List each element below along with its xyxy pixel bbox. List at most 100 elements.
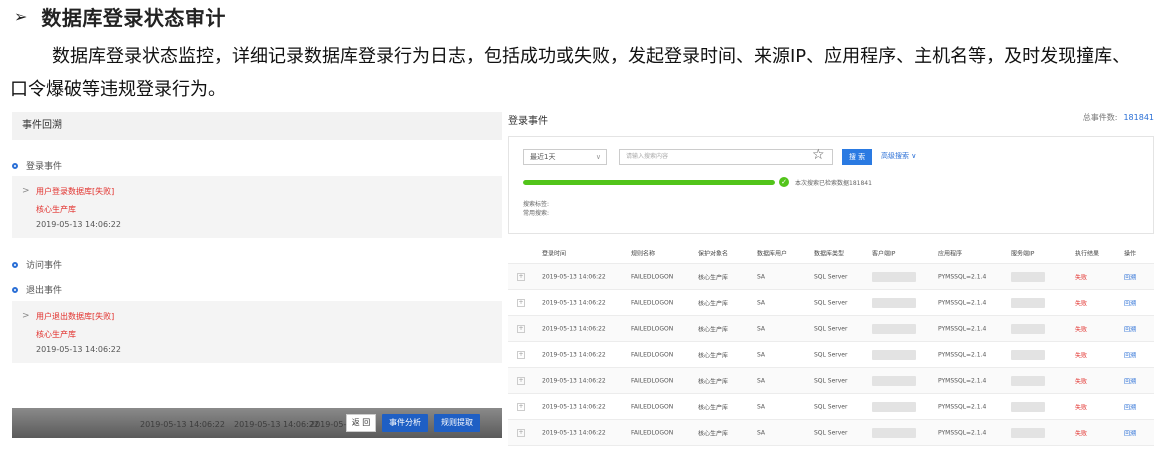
col-header[interactable]: 应用程序 <box>938 248 962 257</box>
cell-db-type: SQL Server <box>814 403 848 410</box>
search-button[interactable]: 搜 索 <box>842 149 872 165</box>
category-label: 退出事件 <box>26 286 63 296</box>
table-row[interactable]: +2019-05-13 14:06:22 FAILEDLOGON 核心生产库 SA SQ… <box>508 342 1154 368</box>
section-paragraph: 数据库登录状态监控，详细记录数据库登录行为日志，包括成功或失败，发起登录时间、来… <box>10 46 1131 100</box>
event-title: 用户退出数据库[失败] <box>36 312 115 321</box>
category-label: 登录事件 <box>26 162 63 172</box>
cell-result: 失败 <box>1075 378 1088 385</box>
col-header[interactable]: 执行结果 <box>1075 248 1099 257</box>
cell-db-type: SQL Server <box>814 325 848 332</box>
cell-result: 失败 <box>1075 404 1088 411</box>
cell-application: PYMSSQL=2.1.4 <box>938 273 987 280</box>
backtrace-link[interactable]: 回溯 <box>1124 350 1136 359</box>
expand-row-icon[interactable]: + <box>517 402 525 411</box>
advanced-search-link[interactable]: 高级搜索 ∨ <box>881 151 916 161</box>
cell-db-user: SA <box>757 403 766 410</box>
cell-result: 失败 <box>1075 300 1088 307</box>
expand-row-icon[interactable]: + <box>517 350 525 359</box>
cell-result: 失败 <box>1075 352 1088 359</box>
cell-db-user: SA <box>757 351 766 358</box>
cell-client-ip-masked <box>872 427 916 438</box>
cell-login-time: 2019-05-13 14:06:22 <box>542 429 606 436</box>
cell-application: PYMSSQL=2.1.4 <box>938 299 987 306</box>
bullet-arrow-icon: ➢ <box>14 6 28 26</box>
col-header[interactable]: 数据库类型 <box>814 248 844 257</box>
cell-protected-object: 核心生产库 <box>698 352 729 359</box>
table-row[interactable]: +2019-05-13 14:06:22 FAILEDLOGON 核心生产库 SA SQ… <box>508 264 1154 290</box>
backtrace-link[interactable]: 回溯 <box>1124 324 1136 333</box>
cell-client-ip-masked <box>872 401 916 412</box>
table-row[interactable]: +2019-05-13 14:06:22 FAILEDLOGON 核心生产库 SA SQ… <box>508 290 1154 316</box>
footer-ghost-text: 2019-05-13 14:06:22 <box>234 420 319 429</box>
event-card[interactable]: > 用户登录数据库[失败] 核心生产库 2019-05-13 14:06:22 <box>12 176 502 238</box>
expand-row-icon[interactable]: + <box>517 428 525 437</box>
table-row[interactable]: +2019-05-13 14:06:22 FAILEDLOGON 核心生产库 SA SQ… <box>508 394 1154 420</box>
time-range-select[interactable]: 最近1天 ∨ <box>523 149 607 165</box>
cell-db-type: SQL Server <box>814 377 848 384</box>
cell-client-ip-masked <box>872 375 916 386</box>
table-row[interactable]: +2019-05-13 14:06:22 FAILEDLOGON 核心生产库 SA SQ… <box>508 316 1154 342</box>
table-row[interactable]: +2019-05-13 14:06:22 FAILEDLOGON 核心生产库 SA SQ… <box>508 420 1154 446</box>
total-value: 181841 <box>1123 113 1154 122</box>
cell-rule-name: FAILEDLOGON <box>631 429 674 436</box>
backtrace-link[interactable]: 回溯 <box>1124 298 1136 307</box>
cell-client-ip-masked <box>872 297 916 308</box>
cell-application: PYMSSQL=2.1.4 <box>938 403 987 410</box>
search-input[interactable]: 请输入搜索内容 <box>619 149 833 165</box>
backtrace-link[interactable]: 回溯 <box>1124 402 1136 411</box>
cell-db-type: SQL Server <box>814 299 848 306</box>
rule-extract-button[interactable]: 规则提取 <box>434 414 480 432</box>
col-header[interactable]: 保护对象名 <box>698 248 728 257</box>
timeline-dot-icon <box>12 162 18 169</box>
backtrace-link[interactable]: 回溯 <box>1124 428 1136 437</box>
expand-row-icon[interactable]: + <box>517 324 525 333</box>
events-table: 登录时间 规则名称 保护对象名 数据库用户 数据库类型 客户端IP 应用程序 服… <box>508 242 1154 446</box>
event-card[interactable]: > 用户退出数据库[失败] 核心生产库 2019-05-13 14:06:22 <box>12 301 502 363</box>
total-count: 总事件数: 181841 <box>1083 112 1154 123</box>
backtrace-link[interactable]: 回溯 <box>1124 272 1136 281</box>
cell-server-ip-masked <box>1011 375 1045 386</box>
category-access[interactable]: 访问事件 <box>12 258 62 271</box>
category-label: 访问事件 <box>26 261 63 271</box>
chevron-right-icon[interactable]: > <box>22 311 30 321</box>
cell-db-type: SQL Server <box>814 273 848 280</box>
cell-rule-name: FAILEDLOGON <box>631 403 674 410</box>
chevron-down-icon: ∨ <box>595 153 601 161</box>
cell-protected-object: 核心生产库 <box>698 326 729 333</box>
expand-row-icon[interactable]: + <box>517 376 525 385</box>
cell-server-ip-masked <box>1011 427 1045 438</box>
section-heading: ➢ 数据库登录状态审计 <box>14 2 226 30</box>
cell-server-ip-masked <box>1011 271 1045 282</box>
col-header[interactable]: 规则名称 <box>631 248 655 257</box>
col-header[interactable]: 登录时间 <box>542 248 566 257</box>
col-header[interactable]: 客户端IP <box>872 248 895 257</box>
cell-application: PYMSSQL=2.1.4 <box>938 377 987 384</box>
cell-rule-name: FAILEDLOGON <box>631 299 674 306</box>
cell-rule-name: FAILEDLOGON <box>631 377 674 384</box>
cell-protected-object: 核心生产库 <box>698 274 729 281</box>
expand-row-icon[interactable]: + <box>517 272 525 281</box>
timeline-dot-icon <box>12 286 18 293</box>
category-logout[interactable]: 退出事件 <box>12 283 62 296</box>
cell-application: PYMSSQL=2.1.4 <box>938 429 987 436</box>
cell-login-time: 2019-05-13 14:06:22 <box>542 377 606 384</box>
footer-ghost-text: 2019-05-13 14:06:22 <box>140 420 225 429</box>
cell-server-ip-masked <box>1011 401 1045 412</box>
star-icon[interactable]: ☆ <box>812 147 825 163</box>
chevron-right-icon[interactable]: > <box>22 186 30 196</box>
login-events-panel: 登录事件 总事件数: 181841 最近1天 ∨ 请输入搜索内容 ☆ 搜 索 高级… <box>508 108 1154 446</box>
event-analysis-button[interactable]: 事件分析 <box>382 414 428 432</box>
backtrace-link[interactable]: 回溯 <box>1124 376 1136 385</box>
expand-row-icon[interactable]: + <box>517 298 525 307</box>
event-backtrace-panel: 事件回溯 登录事件 > 用户登录数据库[失败] 核心生产库 2019-05-13… <box>12 112 502 438</box>
cell-db-user: SA <box>757 299 766 306</box>
table-row[interactable]: +2019-05-13 14:06:22 FAILEDLOGON 核心生产库 SA SQ… <box>508 368 1154 394</box>
cell-login-time: 2019-05-13 14:06:22 <box>542 299 606 306</box>
category-login[interactable]: 登录事件 <box>12 159 62 172</box>
col-header[interactable]: 服务端IP <box>1011 248 1034 257</box>
cell-result: 失败 <box>1075 430 1088 437</box>
col-header[interactable]: 操作 <box>1124 248 1136 257</box>
col-header[interactable]: 数据库用户 <box>757 248 787 257</box>
back-button[interactable]: 返 回 <box>346 414 376 432</box>
cell-protected-object: 核心生产库 <box>698 404 729 411</box>
